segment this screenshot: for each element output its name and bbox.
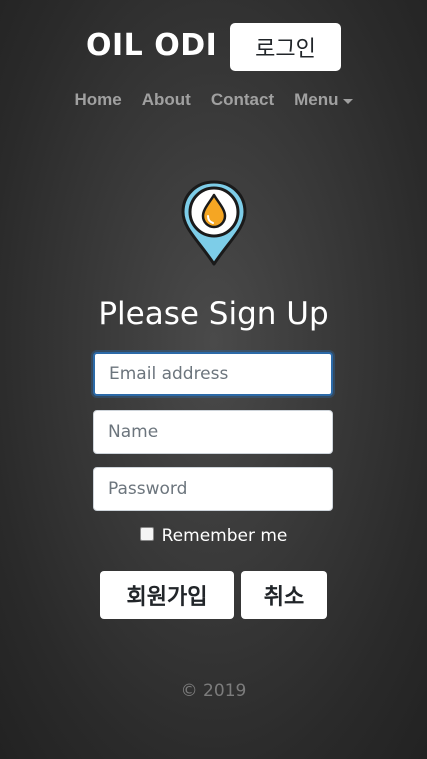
nav-menu-dropdown[interactable]: Menu: [284, 90, 362, 110]
nav-home[interactable]: Home: [65, 90, 132, 110]
login-button[interactable]: 로그인: [230, 23, 341, 71]
caret-down-icon: [342, 98, 353, 104]
remember-checkbox[interactable]: [139, 527, 154, 541]
remember-label[interactable]: Remember me: [162, 526, 288, 546]
main-nav: Home About Contact Menu: [0, 90, 427, 110]
password-field[interactable]: [93, 467, 333, 511]
page-title: Please Sign Up: [98, 296, 329, 332]
remember-me: Remember me: [0, 526, 427, 546]
cancel-button[interactable]: 취소: [241, 571, 327, 619]
email-field[interactable]: [93, 352, 333, 396]
signup-button[interactable]: 회원가입: [100, 571, 234, 619]
nav-contact[interactable]: Contact: [201, 90, 284, 110]
nav-home-label: Home: [74, 90, 122, 109]
nav-menu-label: Menu: [294, 90, 339, 109]
oil-drop-pin-icon: [180, 178, 248, 268]
nav-contact-label: Contact: [210, 90, 275, 109]
name-field[interactable]: [93, 410, 333, 454]
nav-about[interactable]: About: [132, 90, 201, 110]
brand-title: OIL ODI: [86, 28, 218, 63]
copyright-text: © 2019: [180, 681, 247, 701]
header: OIL ODI 로그인: [0, 22, 427, 72]
nav-about-label: About: [141, 90, 191, 109]
